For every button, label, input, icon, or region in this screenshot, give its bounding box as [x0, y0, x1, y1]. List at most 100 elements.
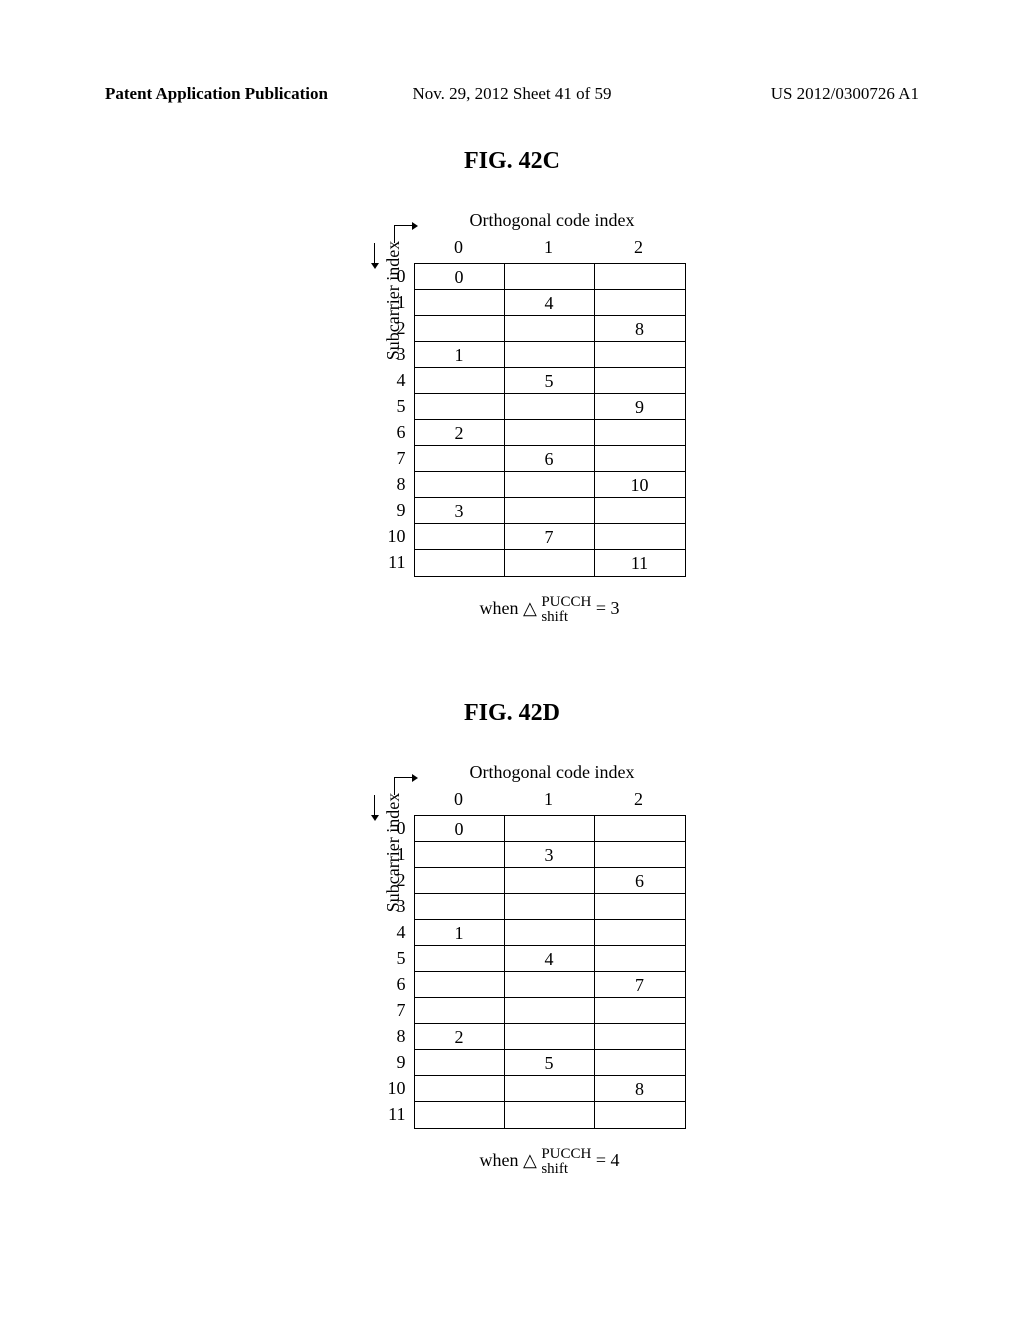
- delta-symbol: △: [523, 1150, 537, 1170]
- col-headers-42c: 0 1 2: [414, 237, 686, 258]
- grid-cell: [595, 842, 685, 868]
- row-header: 2: [384, 315, 406, 341]
- col-header: 2: [594, 789, 684, 810]
- grid-cell: [415, 368, 505, 394]
- figure-title-42c: FIG. 42C: [0, 148, 1024, 175]
- grid-cell: [595, 368, 685, 394]
- row-header: 10: [384, 1075, 406, 1101]
- grid-42c: 04815926103711: [414, 263, 686, 577]
- grid-cell: 3: [415, 498, 505, 524]
- grid-cell: [505, 498, 595, 524]
- col-header: 1: [504, 789, 594, 810]
- top-axis-label-42d: Orthogonal code index: [419, 762, 686, 783]
- grid-cell: [415, 972, 505, 998]
- row-headers-42d: 0 1 2 3 4 5 6 7 8 9 10 11: [384, 815, 406, 1129]
- grid-cell: 9: [595, 394, 685, 420]
- row-header: 8: [384, 1023, 406, 1049]
- row-header: 4: [384, 919, 406, 945]
- grid-cell: [415, 842, 505, 868]
- row-header: 0: [384, 263, 406, 289]
- grid-cell: [505, 868, 595, 894]
- grid-cell: [415, 394, 505, 420]
- grid-cell: [595, 1102, 685, 1128]
- col-headers-42d: 0 1 2: [414, 789, 686, 810]
- col-header: 1: [504, 237, 594, 258]
- grid-cell: [595, 420, 685, 446]
- grid-cell: [595, 1024, 685, 1050]
- grid-cell: [595, 524, 685, 550]
- grid-cell: [505, 264, 595, 290]
- grid-cell: [415, 946, 505, 972]
- formula-equals: = 3: [596, 598, 620, 618]
- table-42c: Orthogonal code index Subcarrier index 0…: [339, 210, 686, 625]
- top-axis-label-42c: Orthogonal code index: [419, 210, 686, 231]
- arrow-right-icon: [394, 777, 412, 795]
- figure-42d: FIG. 42D Orthogonal code index Subcarrie…: [0, 700, 1024, 1177]
- row-header: 2: [384, 867, 406, 893]
- formula-superscript: PUCCH: [541, 595, 591, 610]
- grid-cell: [505, 1102, 595, 1128]
- grid-cell: [595, 264, 685, 290]
- grid-cell: 1: [415, 920, 505, 946]
- row-header: 5: [384, 393, 406, 419]
- grid-cell: 8: [595, 316, 685, 342]
- header-left: Patent Application Publication: [105, 84, 328, 104]
- grid-cell: [505, 1024, 595, 1050]
- delta-symbol: △: [523, 598, 537, 618]
- formula-equals: = 4: [596, 1150, 620, 1170]
- row-headers-42c: 0 1 2 3 4 5 6 7 8 9 10 11: [384, 263, 406, 577]
- grid-cell: [595, 894, 685, 920]
- grid-cell: [415, 550, 505, 576]
- grid-cell: [595, 290, 685, 316]
- grid-cell: [595, 1050, 685, 1076]
- grid-cell: 1: [415, 342, 505, 368]
- grid-cell: 5: [505, 1050, 595, 1076]
- page-header: Patent Application Publication Nov. 29, …: [0, 84, 1024, 104]
- grid-42d: 036147258: [414, 815, 686, 1129]
- row-header: 1: [384, 841, 406, 867]
- grid-cell: 7: [595, 972, 685, 998]
- arrow-down-icon: [374, 795, 375, 815]
- arrow-right-icon: [394, 225, 412, 243]
- grid-cell: [415, 868, 505, 894]
- formula-when: when: [479, 1150, 523, 1170]
- grid-cell: 3: [505, 842, 595, 868]
- grid-cell: [505, 920, 595, 946]
- row-header: 6: [384, 419, 406, 445]
- grid-cell: 0: [415, 264, 505, 290]
- grid-cell: 7: [505, 524, 595, 550]
- grid-cell: [415, 1076, 505, 1102]
- row-header: 11: [384, 549, 406, 575]
- grid-cell: [595, 946, 685, 972]
- grid-cell: [415, 894, 505, 920]
- arrow-down-icon: [374, 243, 375, 263]
- formula-superscript: PUCCH: [541, 1147, 591, 1162]
- formula-subscript: shift: [541, 610, 591, 625]
- grid-cell: [505, 972, 595, 998]
- grid-cell: [415, 472, 505, 498]
- col-header: 2: [594, 237, 684, 258]
- row-header: 7: [384, 445, 406, 471]
- grid-cell: [505, 550, 595, 576]
- grid-cell: [505, 342, 595, 368]
- grid-cell: [415, 316, 505, 342]
- formula-frac: PUCCH shift: [541, 1147, 591, 1177]
- row-header: 9: [384, 1049, 406, 1075]
- grid-cell: [505, 894, 595, 920]
- figure-42c: FIG. 42C Orthogonal code index Subcarrie…: [0, 148, 1024, 625]
- col-header: 0: [414, 789, 504, 810]
- grid-cell: [595, 816, 685, 842]
- header-center: Nov. 29, 2012 Sheet 41 of 59: [412, 84, 611, 104]
- table-42d: Orthogonal code index Subcarrier index 0…: [339, 762, 686, 1177]
- row-header: 11: [384, 1101, 406, 1127]
- grid-cell: [595, 998, 685, 1024]
- grid-cell: 11: [595, 550, 685, 576]
- formula-frac: PUCCH shift: [541, 595, 591, 625]
- grid-cell: [505, 472, 595, 498]
- grid-cell: [415, 1050, 505, 1076]
- formula-subscript: shift: [541, 1162, 591, 1177]
- grid-cell: [505, 316, 595, 342]
- grid-cell: 0: [415, 816, 505, 842]
- row-header: 3: [384, 341, 406, 367]
- grid-cell: [505, 816, 595, 842]
